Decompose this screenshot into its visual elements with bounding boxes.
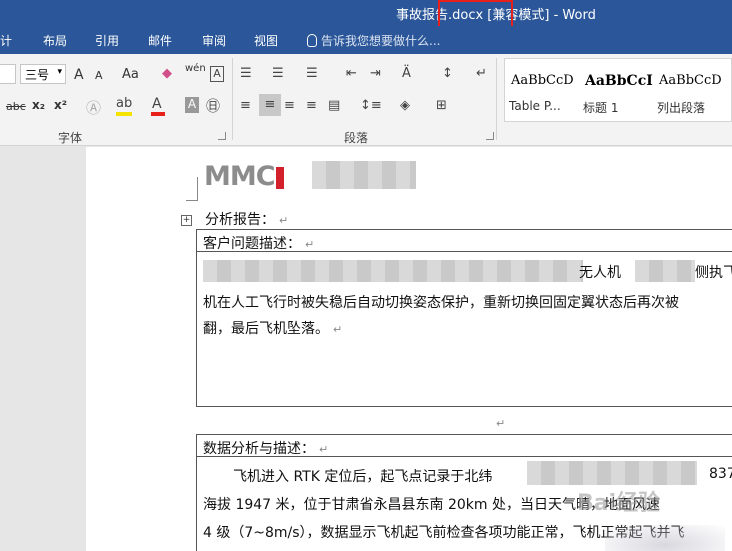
font-dialog-launcher[interactable] bbox=[218, 132, 226, 140]
bullets-icon[interactable]: ☰ bbox=[240, 66, 252, 81]
box2-line1-head: 飞机进入 RTK 定位后，起飞点记录于北纬 bbox=[233, 469, 493, 485]
ribbon-tabs: 计 布局 引用 邮件 审阅 视图 告诉我您想要做什么... bbox=[0, 26, 732, 54]
paragraph-group-label: 段落 bbox=[344, 131, 369, 145]
data-analysis-table: 数据分析与描述：↵ 飞机进入 RTK 定位后，起飞点记录于北纬 8370 海拔 … bbox=[196, 434, 732, 551]
paragraph-mark-icon: ↵ bbox=[333, 323, 343, 336]
character-border-icon[interactable]: A bbox=[210, 66, 224, 82]
style-sample: AaBbCcD bbox=[659, 73, 722, 88]
table-header-cell: 客户问题描述： ↵ bbox=[197, 230, 732, 252]
font-color-icon[interactable]: A bbox=[152, 96, 162, 112]
title-bar: 事故报告.docx [兼容模式] - Word bbox=[0, 0, 732, 26]
redacted-block bbox=[312, 161, 416, 189]
increase-indent-icon[interactable]: ⇥ bbox=[370, 66, 381, 81]
character-shading-icon[interactable]: A bbox=[185, 97, 199, 113]
paragraph-mark-icon: ↵ bbox=[279, 214, 289, 227]
box1-line2: 机在人工飞行时被失稳后自动切换姿态保护，重新切换回固定翼状态后再次被 bbox=[203, 295, 679, 311]
table-header-text-wrap: 客户问题描述： ↵ bbox=[203, 233, 314, 253]
enclose-characters-icon[interactable]: ㊐ bbox=[206, 96, 220, 116]
table-header-text: 数据分析与描述： bbox=[203, 441, 315, 457]
tab-view[interactable]: 视图 bbox=[254, 32, 278, 49]
company-logo: MMC bbox=[204, 161, 284, 192]
tab-mailings[interactable]: 邮件 bbox=[148, 32, 172, 49]
font-name-combo[interactable] bbox=[0, 64, 16, 84]
text-effects-icon[interactable]: Ⓐ bbox=[86, 97, 101, 118]
page-corner-mark bbox=[186, 177, 198, 201]
font-group-label: 字体 bbox=[58, 131, 83, 145]
section-title: 分析报告： ↵ bbox=[205, 209, 288, 229]
grow-font-button[interactable]: A bbox=[74, 67, 84, 83]
borders-icon[interactable]: ⊞ bbox=[436, 98, 447, 113]
line-spacing-icon[interactable]: ↕≡ bbox=[360, 98, 382, 113]
strikethrough-button[interactable]: abc bbox=[6, 100, 26, 113]
table-header-text-wrap: 数据分析与描述： ↵ bbox=[203, 438, 328, 458]
table-header-cell: 数据分析与描述： ↵ bbox=[197, 435, 732, 457]
box1-line1-tail: 无人机 bbox=[579, 265, 621, 281]
customer-issue-table: 客户问题描述： ↵ 无人机 侧执飞， 机在人工飞行时被失稳后自动切换姿态保护，重新… bbox=[196, 229, 732, 407]
font-size-combo[interactable]: 三号 ▾ bbox=[20, 64, 66, 84]
style-heading-1[interactable]: AaBbCcI 标题 1 bbox=[579, 59, 653, 121]
styles-gallery: AaBbCcD Table P... AaBbCcI 标题 1 AaBbCcD … bbox=[504, 58, 732, 122]
group-separator bbox=[496, 58, 497, 140]
phonetic-guide-button[interactable]: wén bbox=[185, 63, 206, 74]
shrink-font-button[interactable]: A bbox=[95, 69, 103, 82]
paragraph-mark-icon: ↵ bbox=[319, 443, 329, 456]
group-separator bbox=[232, 58, 233, 140]
box2-line1-end: 8370 bbox=[709, 466, 732, 482]
style-table-paragraph[interactable]: AaBbCcD Table P... bbox=[505, 59, 577, 121]
highlight-color-icon[interactable]: ab bbox=[116, 96, 132, 111]
style-list-paragraph[interactable]: AaBbCcD 列出段落 bbox=[653, 59, 725, 121]
multilevel-list-icon[interactable]: ☰ bbox=[306, 66, 318, 81]
decrease-indent-icon[interactable]: ⇤ bbox=[346, 66, 357, 81]
highlight-color-swatch bbox=[116, 112, 132, 116]
document-page[interactable]: MMC + 分析报告： ↵ 客户问题描述： ↵ 无人机 侧执飞， 机在人工飞行时被失… bbox=[86, 147, 732, 551]
align-right-icon[interactable]: ≡ bbox=[284, 98, 295, 113]
clear-formatting-icon[interactable]: ◆ bbox=[162, 66, 172, 81]
ribbon: 三号 ▾ A A Aa ◆ wén A abc x₂ x² Ⓐ ab A A ㊐ … bbox=[0, 54, 732, 146]
show-marks-icon[interactable]: ↵ bbox=[476, 66, 487, 81]
document-margin-area bbox=[0, 147, 86, 551]
redacted-block bbox=[203, 260, 583, 282]
table-move-handle-icon[interactable]: + bbox=[181, 215, 192, 226]
chevron-down-icon: ▾ bbox=[57, 67, 62, 77]
tab-design[interactable]: 计 bbox=[0, 32, 12, 49]
distributed-icon[interactable]: ▤ bbox=[328, 98, 340, 113]
watermark-smudge bbox=[605, 525, 725, 551]
section-title-text: 分析报告： bbox=[205, 212, 275, 228]
paragraph-mark-icon: ↵ bbox=[305, 238, 315, 251]
style-name: Table P... bbox=[509, 99, 561, 113]
box1-line3-wrap: 翻，最后飞机坠落。 ↵ bbox=[203, 318, 342, 338]
chinese-layout-icon[interactable]: Ä bbox=[402, 66, 411, 81]
redacted-block bbox=[635, 260, 695, 282]
style-sample: AaBbCcD bbox=[511, 73, 574, 88]
style-name: 标题 1 bbox=[583, 101, 619, 115]
superscript-button[interactable]: x² bbox=[54, 98, 67, 112]
logo-bar bbox=[276, 167, 284, 189]
font-size-value: 三号 bbox=[25, 68, 50, 82]
paragraph-mark-icon: ↵ bbox=[496, 417, 506, 430]
change-case-button[interactable]: Aa bbox=[122, 67, 139, 82]
align-center-icon[interactable]: ≡ bbox=[259, 94, 281, 116]
shading-icon[interactable]: ◈ bbox=[400, 98, 410, 113]
numbering-icon[interactable]: ☰ bbox=[272, 66, 284, 81]
watermark: Bai经验 bbox=[577, 491, 661, 516]
justify-icon[interactable]: ≡ bbox=[306, 98, 317, 113]
logo-text: MMC bbox=[204, 161, 276, 192]
style-name: 列出段落 bbox=[657, 101, 706, 115]
box1-line1-end: 侧执飞， bbox=[695, 265, 732, 281]
tell-me-text: 告诉我您想要做什么... bbox=[321, 34, 441, 48]
tab-review[interactable]: 审阅 bbox=[202, 32, 226, 49]
table-header-text: 客户问题描述： bbox=[203, 236, 301, 252]
box1-line3: 翻，最后飞机坠落。 bbox=[203, 321, 329, 337]
style-sample: AaBbCcI bbox=[585, 73, 653, 89]
font-color-swatch bbox=[151, 112, 165, 116]
tell-me-search[interactable]: 告诉我您想要做什么... bbox=[307, 32, 440, 49]
paragraph-dialog-launcher[interactable] bbox=[486, 132, 494, 140]
subscript-button[interactable]: x₂ bbox=[32, 98, 45, 112]
tab-references[interactable]: 引用 bbox=[95, 32, 119, 49]
align-left-icon[interactable]: ≡ bbox=[240, 98, 251, 113]
redacted-block bbox=[527, 461, 697, 485]
tab-layout[interactable]: 布局 bbox=[43, 32, 67, 49]
lightbulb-icon bbox=[307, 34, 317, 47]
sort-icon[interactable]: ↕ bbox=[442, 66, 453, 81]
